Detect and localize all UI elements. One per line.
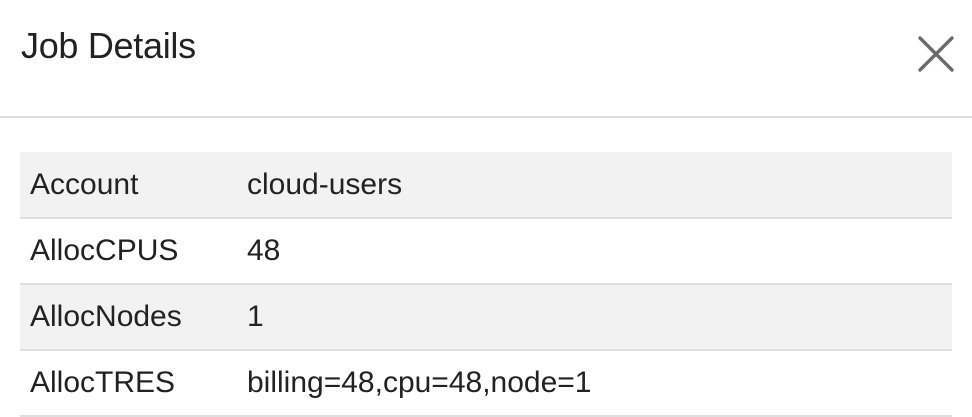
modal-title: Job Details xyxy=(21,25,196,66)
detail-value: 48 xyxy=(247,218,952,285)
detail-key: AllocNodes xyxy=(20,284,247,351)
detail-key: AllocCPUS xyxy=(20,218,247,285)
table-row: Account cloud-users xyxy=(20,152,952,219)
close-button[interactable] xyxy=(914,32,958,76)
detail-value: billing=48,cpu=48,node=1 xyxy=(247,350,952,417)
detail-value: 1 xyxy=(247,284,952,351)
table-row: AllocCPUS 48 xyxy=(20,218,952,285)
table-row: AllocTRES billing=48,cpu=48,node=1 xyxy=(20,350,952,417)
detail-value: cloud-users xyxy=(247,152,952,219)
job-details-modal: Job Details Account cloud-users AllocCPU… xyxy=(0,0,972,417)
job-details-table: Account cloud-users AllocCPUS 48 AllocNo… xyxy=(20,152,952,417)
table-row: AllocNodes 1 xyxy=(20,284,952,351)
close-icon xyxy=(918,36,954,72)
detail-key: AllocTRES xyxy=(20,350,247,417)
modal-header: Job Details xyxy=(0,0,972,118)
detail-key: Account xyxy=(20,152,247,219)
